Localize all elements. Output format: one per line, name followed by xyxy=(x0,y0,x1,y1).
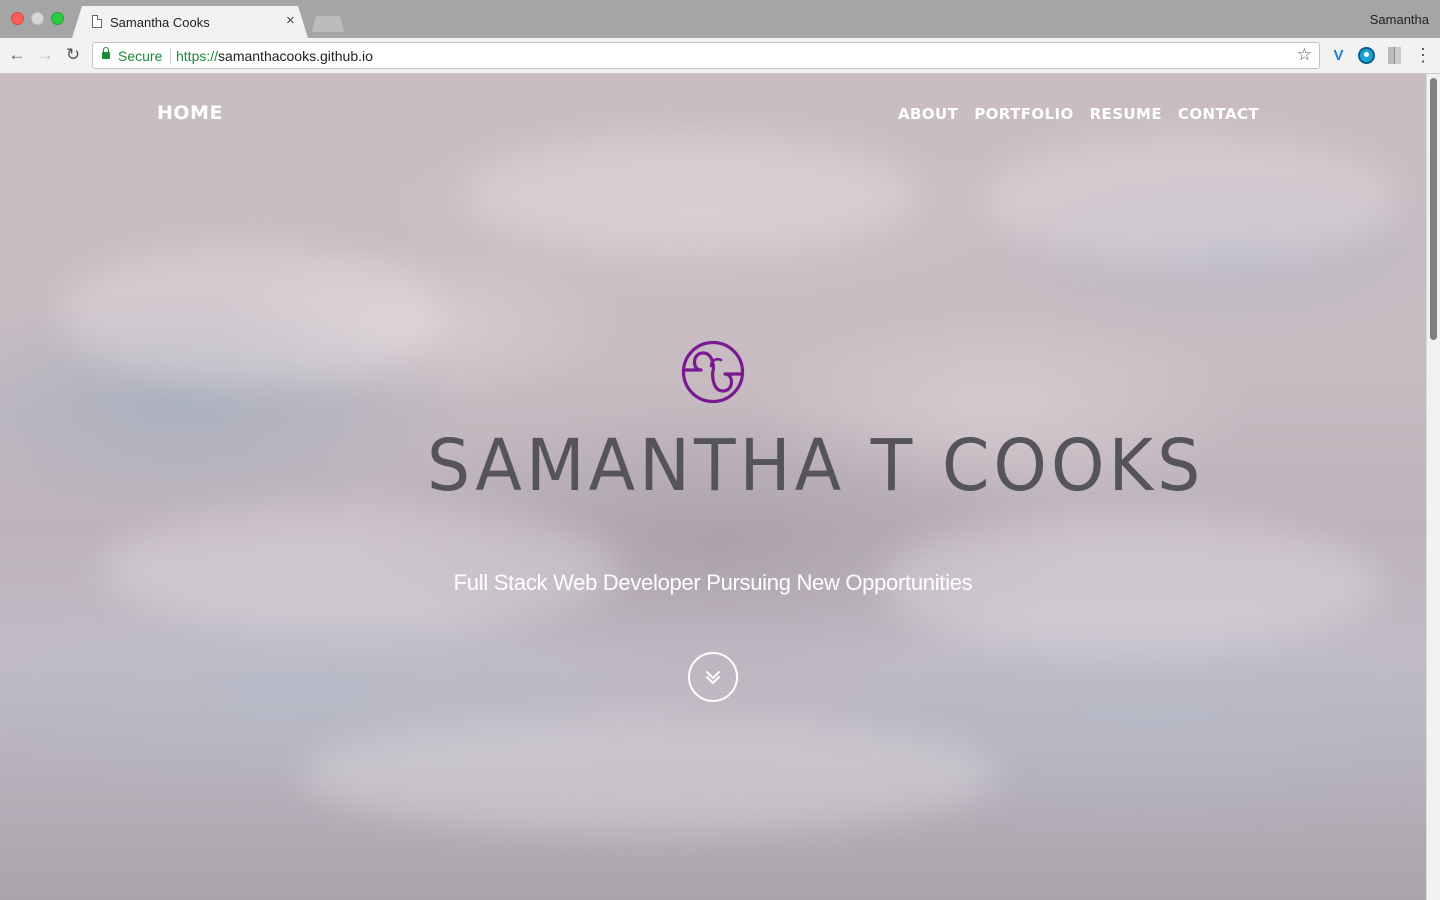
hero-section: HOME ABOUT PORTFOLIO RESUME CONTACT SAMA… xyxy=(0,74,1426,900)
site-nav: ABOUT PORTFOLIO RESUME CONTACT xyxy=(898,105,1259,123)
url-scheme: https:// xyxy=(176,48,219,64)
st-monogram-logo xyxy=(681,340,745,404)
double-chevron-down-icon xyxy=(706,671,720,684)
lock-icon xyxy=(102,47,110,59)
logo-wordmark: SAMANTHA T COOKS xyxy=(427,425,1205,508)
nav-resume-link[interactable]: RESUME xyxy=(1090,105,1162,123)
cloud-texture xyxy=(100,504,620,634)
forward-arrow-icon[interactable]: → xyxy=(34,44,56,66)
browser-toolbar: ← → ↻ Secure https://samanthacooks.githu… xyxy=(0,38,1440,74)
maximize-window-button[interactable] xyxy=(51,12,64,25)
tab-title: Samantha Cooks xyxy=(110,15,210,30)
url-host: samanthacooks.github.io xyxy=(218,48,373,64)
cloud-texture xyxy=(60,244,440,384)
nav-home-link[interactable]: HOME xyxy=(157,102,223,124)
nav-about-link[interactable]: ABOUT xyxy=(898,105,958,123)
browser-tab-active[interactable]: Samantha Cooks × xyxy=(72,6,308,38)
nav-portfolio-link[interactable]: PORTFOLIO xyxy=(974,105,1073,123)
scrollbar-thumb[interactable] xyxy=(1430,78,1437,340)
address-bar[interactable]: Secure https://samanthacooks.github.io ☆ xyxy=(92,42,1320,69)
page-icon xyxy=(92,15,102,28)
browser-titlebar: Samantha Cooks × Samantha xyxy=(0,0,1440,38)
bookmark-star-icon[interactable]: ☆ xyxy=(1297,45,1312,65)
url-text[interactable]: https://samanthacooks.github.io xyxy=(176,48,373,64)
new-tab-button[interactable] xyxy=(312,16,344,32)
page-scrollbar[interactable] xyxy=(1426,74,1440,900)
hero-tagline: Full Stack Web Developer Pursuing New Op… xyxy=(453,570,973,595)
tab-close-icon[interactable]: × xyxy=(286,13,295,28)
browser-menu-icon[interactable]: ⋮ xyxy=(1414,46,1432,64)
security-label: Secure xyxy=(118,48,163,64)
minimize-window-button[interactable] xyxy=(31,12,44,25)
cloud-texture xyxy=(460,134,920,254)
extension-v-icon[interactable]: V xyxy=(1330,47,1347,64)
reload-icon[interactable]: ↻ xyxy=(62,44,84,66)
scroll-down-button[interactable] xyxy=(688,652,738,702)
nav-contact-link[interactable]: CONTACT xyxy=(1178,105,1259,123)
profile-name[interactable]: Samantha xyxy=(1370,12,1429,27)
back-arrow-icon[interactable]: ← xyxy=(6,44,28,66)
extension-bars-icon[interactable] xyxy=(1388,47,1401,64)
close-window-button[interactable] xyxy=(11,12,24,25)
address-bar-divider xyxy=(170,48,171,64)
cloud-texture xyxy=(300,714,1000,834)
cloud-texture xyxy=(980,134,1400,264)
page-viewport: HOME ABOUT PORTFOLIO RESUME CONTACT SAMA… xyxy=(0,74,1440,900)
extension-circle-icon[interactable] xyxy=(1358,47,1375,64)
